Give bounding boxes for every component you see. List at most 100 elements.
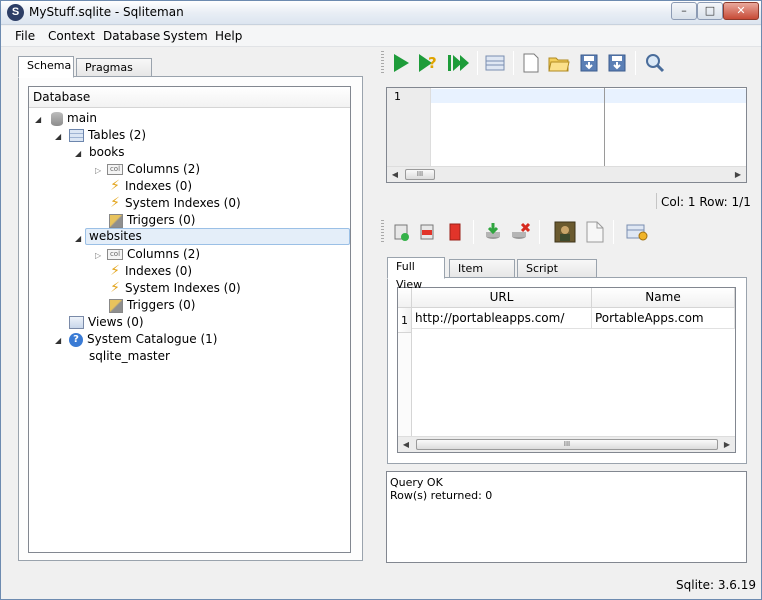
column-header-url[interactable]: URL (412, 288, 592, 308)
tree-node-websites[interactable]: websites (85, 228, 350, 245)
views-icon (69, 316, 84, 329)
table-cell[interactable]: http://portableapps.com/ (412, 308, 592, 329)
editor-hscrollbar[interactable]: ◀ III ▶ (387, 166, 746, 182)
search-icon[interactable] (643, 51, 667, 75)
delete-row-icon[interactable] (415, 220, 439, 244)
minimize-button[interactable]: – (671, 2, 697, 20)
grid-hscrollbar[interactable]: ◀ III ▶ (398, 436, 735, 452)
current-line-highlight (431, 89, 746, 103)
scroll-thumb[interactable]: III (405, 169, 435, 180)
query-message-panel: Query OK Row(s) returned: 0 (386, 471, 747, 563)
row-header[interactable]: 1 (398, 308, 412, 333)
query-status-text: Query OK (390, 476, 443, 489)
window-title: MyStuff.sqlite - Sqliteman (29, 5, 184, 19)
expand-arrow-icon[interactable]: ◢ (75, 234, 81, 243)
image-preview-icon[interactable] (553, 220, 577, 244)
scroll-right-icon[interactable]: ▶ (719, 437, 735, 452)
tree-node-books-columns[interactable]: col Columns (2) (107, 161, 200, 178)
columns-icon: col (107, 249, 123, 260)
menu-database[interactable]: Database (103, 29, 160, 43)
collapse-arrow-icon[interactable]: ▷ (95, 251, 101, 260)
title-bar[interactable]: S MyStuff.sqlite - Sqliteman – □ ✕ (1, 1, 761, 25)
menu-help[interactable]: Help (215, 29, 242, 43)
catalogue-icon: ? (69, 332, 83, 347)
tree-node-websites-triggers[interactable]: Triggers (0) (109, 297, 195, 314)
tree-node-books[interactable]: books (89, 144, 125, 161)
index-icon: ⚡ (110, 280, 120, 296)
table-cell[interactable]: PortableApps.com (592, 308, 735, 329)
index-icon: ⚡ (110, 178, 120, 194)
menu-context[interactable]: Context (48, 29, 95, 43)
column-header-name[interactable]: Name (592, 288, 735, 308)
close-button[interactable]: ✕ (723, 2, 759, 20)
line-number-gutter: 1 (387, 88, 431, 168)
tab-full-view[interactable]: Full View (387, 257, 445, 291)
tree-node-sqlite-master[interactable]: sqlite_master (89, 348, 170, 365)
maximize-button[interactable]: □ (697, 2, 723, 20)
sqlite-version: Sqlite: 3.6.19 (676, 578, 757, 592)
line-number: 1 (394, 90, 401, 103)
explain-sql-icon[interactable]: ? (417, 51, 441, 75)
new-file-icon[interactable] (519, 51, 543, 75)
svg-text:?: ? (428, 54, 437, 72)
tab-script-output[interactable]: Script Output (517, 259, 597, 293)
table-settings-icon[interactable] (625, 220, 649, 244)
results-grid[interactable]: URL Name 1 http://portableapps.com/ Port… (397, 287, 736, 453)
tab-item-view[interactable]: Item View (449, 259, 515, 293)
app-icon: S (7, 4, 24, 21)
sql-toolbar: ? (377, 47, 757, 79)
application-window: S MyStuff.sqlite - Sqliteman – □ ✕ File … (0, 0, 762, 600)
menu-bar: File Context Database System Help (1, 26, 761, 47)
expand-arrow-icon[interactable]: ◢ (75, 149, 81, 158)
scroll-thumb[interactable]: III (416, 439, 718, 450)
save-as-icon[interactable] (605, 51, 629, 75)
expand-arrow-icon[interactable]: ◢ (35, 115, 41, 124)
trigger-icon (109, 298, 123, 313)
index-icon: ⚡ (110, 263, 120, 279)
truncate-table-icon[interactable] (443, 220, 467, 244)
run-sql-icon[interactable] (389, 51, 413, 75)
tree-node-main[interactable]: main (51, 110, 97, 127)
table-view-icon[interactable] (483, 51, 507, 75)
scroll-right-icon[interactable]: ▶ (730, 167, 746, 182)
expand-arrow-icon[interactable]: ◢ (55, 132, 61, 141)
toolbar-grip[interactable] (381, 220, 384, 244)
tab-schema[interactable]: Schema (18, 56, 74, 78)
database-tree[interactable]: Database ◢ main ◢ Tables (2) ◢ books ▷ c… (28, 86, 351, 553)
tree-node-tables[interactable]: Tables (2) (69, 127, 146, 144)
tree-node-views[interactable]: Views (0) (69, 314, 144, 331)
tree-node-websites-indexes[interactable]: ⚡ Indexes (0) (109, 263, 192, 280)
toolbar-grip[interactable] (381, 51, 384, 75)
database-icon (51, 111, 63, 126)
index-icon: ⚡ (110, 195, 120, 211)
expand-arrow-icon[interactable]: ◢ (55, 336, 61, 345)
blob-document-icon[interactable] (583, 220, 607, 244)
tree-node-system-catalogue[interactable]: ? System Catalogue (1) (69, 331, 217, 348)
insert-row-icon[interactable] (389, 220, 413, 244)
tab-pragmas[interactable]: Pragmas (76, 58, 152, 78)
tree-node-books-triggers[interactable]: Triggers (0) (109, 212, 195, 229)
status-bar: Sqlite: 3.6.19 (1, 573, 761, 599)
table-icon (69, 129, 84, 142)
scroll-left-icon[interactable]: ◀ (387, 167, 403, 182)
results-toolbar (377, 216, 757, 248)
tree-node-books-indexes[interactable]: ⚡ Indexes (0) (109, 178, 192, 195)
tree-node-websites-system-indexes[interactable]: ⚡ System Indexes (0) (109, 280, 241, 297)
scroll-left-icon[interactable]: ◀ (398, 437, 414, 452)
tree-header: Database (29, 87, 350, 108)
trigger-icon (109, 213, 123, 228)
save-icon[interactable] (577, 51, 601, 75)
menu-file[interactable]: File (15, 29, 35, 43)
commit-icon[interactable] (481, 220, 505, 244)
rows-returned-text: Row(s) returned: 0 (390, 489, 493, 502)
menu-system[interactable]: System (163, 29, 208, 43)
rollback-icon[interactable] (509, 220, 533, 244)
tree-node-books-system-indexes[interactable]: ⚡ System Indexes (0) (109, 195, 241, 212)
open-file-icon[interactable] (547, 51, 571, 75)
collapse-arrow-icon[interactable]: ▷ (95, 166, 101, 175)
sql-editor[interactable]: 1 ◀ III ▶ (386, 87, 747, 183)
tree-node-websites-columns[interactable]: col Columns (2) (107, 246, 200, 263)
cursor-position: Col: 1 Row: 1/1 (661, 195, 751, 209)
run-script-icon[interactable] (447, 51, 471, 75)
columns-icon: col (107, 164, 123, 175)
